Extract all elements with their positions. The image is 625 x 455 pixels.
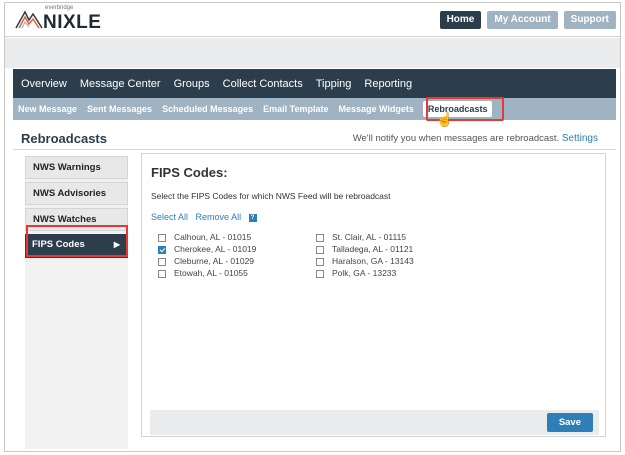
subnav-message-widgets[interactable]: Message Widgets: [333, 104, 418, 114]
nixle-logo[interactable]: everbridge NIXLE: [15, 5, 135, 35]
top-buttons: Home My Account Support: [439, 11, 616, 29]
nav-overview[interactable]: Overview: [21, 78, 67, 90]
checkbox[interactable]: [316, 233, 324, 242]
app-frame: everbridge NIXLE Home My Account Support…: [4, 2, 621, 452]
nav-groups[interactable]: Groups: [174, 78, 210, 90]
page-title: Rebroadcasts: [21, 131, 107, 146]
select-all-link[interactable]: Select All: [151, 212, 188, 222]
hand-cursor-icon: ☝: [436, 111, 454, 127]
side-item-nws-warnings[interactable]: NWS Warnings: [25, 156, 128, 179]
main-nav: Overview Message Center Groups Collect C…: [13, 69, 616, 98]
fips-column-2: St. Clair, AL - 01115 Talladega, AL - 01…: [316, 232, 414, 280]
fips-label: Calhoun, AL - 01015: [174, 232, 252, 242]
notify-message: We'll notify you when messages are rebro…: [353, 133, 598, 144]
settings-link[interactable]: Settings: [562, 133, 598, 144]
remove-all-link[interactable]: Remove All: [196, 212, 242, 222]
checkbox[interactable]: [158, 245, 166, 254]
fips-panel: FIPS Codes: Select the FIPS Codes for wh…: [141, 153, 606, 437]
fips-label: Haralson, GA - 13143: [332, 256, 414, 266]
panel-footer: Save: [150, 410, 599, 435]
nav-message-center[interactable]: Message Center: [80, 78, 161, 90]
fips-label: Cleburne, AL - 01029: [174, 256, 255, 266]
header-band: [5, 38, 620, 68]
brand-name: NIXLE: [43, 12, 102, 33]
select-links: Select All Remove All ?: [151, 212, 262, 222]
checkbox[interactable]: [158, 269, 166, 278]
fips-item[interactable]: St. Clair, AL - 01115: [316, 232, 414, 243]
fips-column-1: Calhoun, AL - 01015 Cherokee, AL - 01019…: [158, 232, 256, 280]
fips-item[interactable]: Polk, GA - 13233: [316, 268, 414, 279]
save-button[interactable]: Save: [546, 413, 593, 432]
notify-text: We'll notify you when messages are rebro…: [352, 133, 560, 144]
fips-item[interactable]: Etowah, AL - 01055: [158, 268, 256, 279]
header: everbridge NIXLE Home My Account Support: [5, 3, 620, 37]
divider: [13, 149, 616, 150]
my-account-button[interactable]: My Account: [487, 11, 558, 29]
checkbox[interactable]: [158, 257, 166, 266]
side-item-nws-advisories[interactable]: NWS Advisories: [25, 182, 128, 205]
fips-label: Cherokee, AL - 01019: [174, 244, 257, 254]
side-item-label: FIPS Codes: [32, 239, 85, 250]
checkbox[interactable]: [316, 269, 324, 278]
nav-tipping[interactable]: Tipping: [316, 78, 352, 90]
checkbox[interactable]: [316, 245, 324, 254]
fips-item[interactable]: Calhoun, AL - 01015: [158, 232, 256, 243]
side-menu: NWS Warnings NWS Advisories NWS Watches …: [25, 156, 128, 449]
fips-label: Etowah, AL - 01055: [174, 268, 248, 278]
nav-reporting[interactable]: Reporting: [364, 78, 412, 90]
checkbox[interactable]: [158, 233, 166, 242]
subnav-sent-messages[interactable]: Sent Messages: [82, 104, 157, 114]
fips-label: Talladega, AL - 01121: [332, 244, 414, 254]
subnav-email-template[interactable]: Email Template: [258, 104, 333, 114]
fips-item[interactable]: Talladega, AL - 01121: [316, 244, 414, 255]
logo-icon: [15, 10, 43, 29]
triangle-right-icon: ▶: [113, 240, 120, 249]
help-icon[interactable]: ?: [248, 213, 257, 222]
panel-description: Select the FIPS Codes for which NWS Feed…: [151, 191, 391, 201]
nav-collect-contacts[interactable]: Collect Contacts: [223, 78, 303, 90]
subnav-new-message[interactable]: New Message: [13, 104, 82, 114]
side-item-fips-codes[interactable]: FIPS Codes ▶: [25, 234, 128, 258]
fips-item[interactable]: Haralson, GA - 13143: [316, 256, 414, 267]
checkbox[interactable]: [316, 257, 324, 266]
support-button[interactable]: Support: [563, 11, 616, 29]
fips-label: St. Clair, AL - 01115: [332, 232, 407, 242]
fips-label: Polk, GA - 13233: [332, 268, 397, 278]
subnav-rebroadcasts[interactable]: Rebroadcasts: [422, 101, 493, 117]
subnav-scheduled-messages[interactable]: Scheduled Messages: [157, 104, 258, 114]
brand-small: everbridge: [45, 5, 74, 11]
fips-item[interactable]: Cleburne, AL - 01029: [158, 256, 256, 267]
home-button[interactable]: Home: [439, 11, 482, 29]
sub-nav: New Message Sent Messages Scheduled Mess…: [13, 98, 616, 120]
panel-title: FIPS Codes:: [151, 165, 228, 180]
side-item-nws-watches[interactable]: NWS Watches: [25, 208, 128, 231]
fips-item[interactable]: Cherokee, AL - 01019: [158, 244, 256, 255]
